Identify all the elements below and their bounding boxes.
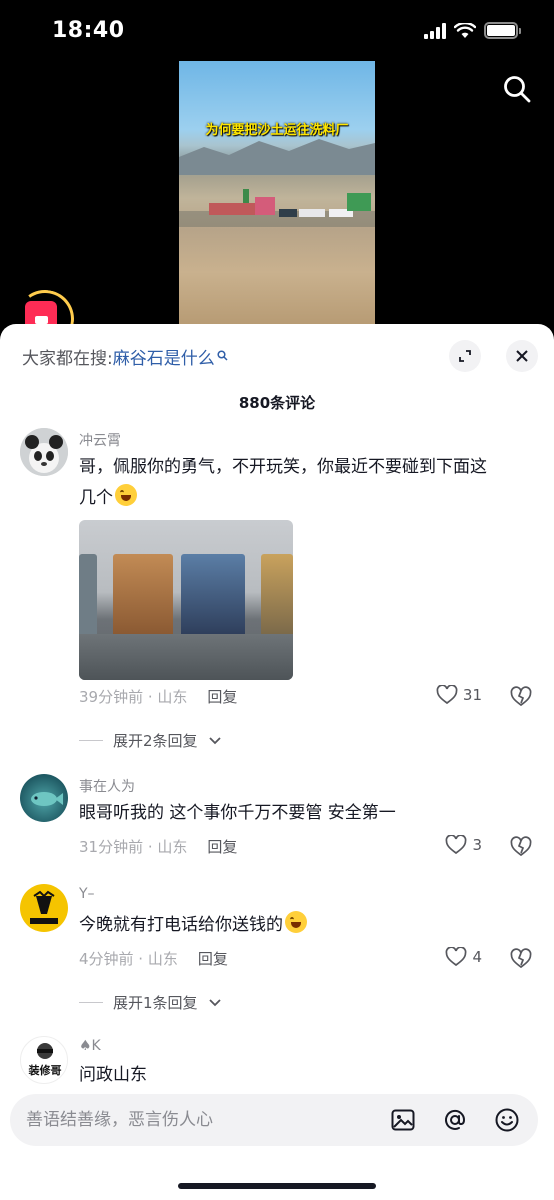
like-count: 4	[472, 948, 482, 966]
expand-replies-label: 展开2条回复	[113, 732, 198, 750]
dislike-icon[interactable]	[510, 836, 532, 858]
comment-item: 装修哥 ♠K 问政山东	[0, 1034, 554, 1084]
like-count: 31	[462, 686, 482, 704]
expand-button[interactable]	[449, 340, 481, 372]
comment-image[interactable]	[79, 520, 293, 680]
video-vehicles	[209, 189, 371, 217]
close-button[interactable]	[506, 340, 538, 372]
like-button[interactable]: 31	[436, 685, 482, 705]
like-button[interactable]: 3	[445, 835, 482, 855]
at-mention-icon[interactable]	[442, 1107, 468, 1133]
comment-username[interactable]: ♠K	[79, 1038, 101, 1054]
comment-meta: 39分钟前 · 山东 回复	[79, 686, 237, 707]
emoji-icon[interactable]	[494, 1107, 520, 1133]
avatar-text: 装修哥	[22, 1062, 67, 1078]
avatar[interactable]	[20, 428, 68, 476]
expand-icon	[459, 350, 471, 362]
suggestion-query[interactable]: 麻谷石是什么	[113, 344, 215, 369]
like-count: 3	[472, 836, 482, 854]
comment-body: 哥，佩服你的勇气，不开玩笑，你最近不要碰到下面这几个	[79, 457, 487, 508]
truck-shape	[113, 554, 173, 634]
comment-text: 今晚就有打电话给你送钱的	[79, 910, 499, 941]
signal-icon	[424, 22, 446, 39]
image-road	[79, 634, 293, 680]
wifi-icon	[454, 22, 476, 38]
comment-item: 冲云霄 哥，佩服你的勇气，不开玩笑，你最近不要碰到下面这几个 39分钟前 · 山…	[0, 426, 554, 766]
status-icons	[424, 22, 521, 39]
comment-username[interactable]: Y–	[79, 886, 95, 902]
comment-count: 880条评论	[238, 394, 316, 412]
close-icon	[516, 350, 528, 362]
chevron-down-icon	[208, 998, 221, 1006]
laugh-cry-emoji-icon	[285, 911, 307, 933]
comment-text: 眼哥听我的 这个事你千万不要管 安全第一	[79, 803, 396, 823]
video-caption: 为何要把沙土运往洗料厂	[205, 123, 349, 138]
search-icon[interactable]	[502, 74, 532, 104]
image-icon[interactable]	[390, 1107, 416, 1133]
comment-item: 事在人为 眼哥听我的 这个事你千万不要管 安全第一 31分钟前 · 山东 回复 …	[0, 774, 554, 874]
dislike-icon[interactable]	[510, 948, 532, 970]
comment-input[interactable]	[26, 1094, 366, 1146]
expand-replies-button[interactable]: 展开2条回复	[79, 730, 222, 751]
heart-icon	[446, 835, 467, 855]
reply-button[interactable]: 回复	[207, 836, 237, 857]
comment-username[interactable]: 事在人为	[79, 776, 135, 796]
expand-replies-button[interactable]: 展开1条回复	[79, 992, 222, 1013]
comment-time: 39分钟前 · 山东	[79, 688, 188, 706]
heart-icon	[446, 947, 467, 967]
comment-sheet: 大家都在搜: 麻谷石是什么 880条评论 冲云霄 哥，佩服你的勇气，不开玩笑，你…	[0, 324, 554, 1200]
comment-time: 4分钟前 · 山东	[79, 950, 178, 968]
video-mountains	[179, 139, 375, 175]
home-indicator	[178, 1183, 376, 1189]
status-bar: 18:40	[0, 0, 554, 62]
laugh-cry-emoji-icon	[115, 484, 137, 506]
truck-shape	[261, 554, 293, 634]
avatar[interactable]	[20, 774, 68, 822]
truck-shape	[79, 554, 97, 634]
dislike-icon[interactable]	[510, 686, 532, 708]
like-button[interactable]: 4	[445, 947, 482, 967]
reply-button[interactable]: 回复	[207, 686, 237, 707]
battery-icon	[484, 22, 521, 39]
comment-text: 哥，佩服你的勇气，不开玩笑，你最近不要碰到下面这几个	[79, 452, 499, 514]
chevron-down-icon	[208, 736, 221, 744]
comment-item: Y– 今晚就有打电话给你送钱的 4分钟前 · 山东 回复 4 展开1条回复	[0, 884, 554, 1024]
comment-meta: 4分钟前 · 山东 回复	[79, 948, 228, 969]
reply-button[interactable]: 回复	[198, 948, 228, 969]
search-small-icon	[217, 349, 228, 364]
search-suggestion[interactable]: 大家都在搜: 麻谷石是什么	[22, 344, 228, 369]
comment-username[interactable]: 冲云霄	[79, 430, 121, 450]
status-time: 18:40	[52, 18, 125, 43]
video-player[interactable]: 为何要把沙土运往洗料厂	[179, 61, 375, 325]
truck-shape	[181, 554, 245, 634]
suggestion-prefix: 大家都在搜:	[22, 349, 113, 369]
heart-icon	[436, 685, 458, 705]
avatar[interactable]: 装修哥	[20, 1036, 68, 1084]
comment-time: 31分钟前 · 山东	[79, 838, 188, 856]
comment-input-bar	[10, 1094, 538, 1146]
avatar[interactable]	[20, 884, 68, 932]
comment-meta: 31分钟前 · 山东 回复	[79, 836, 237, 857]
comment-text: 问政山东	[79, 1065, 147, 1084]
comment-body: 今晚就有打电话给你送钱的	[79, 915, 283, 935]
expand-replies-label: 展开1条回复	[113, 994, 198, 1012]
